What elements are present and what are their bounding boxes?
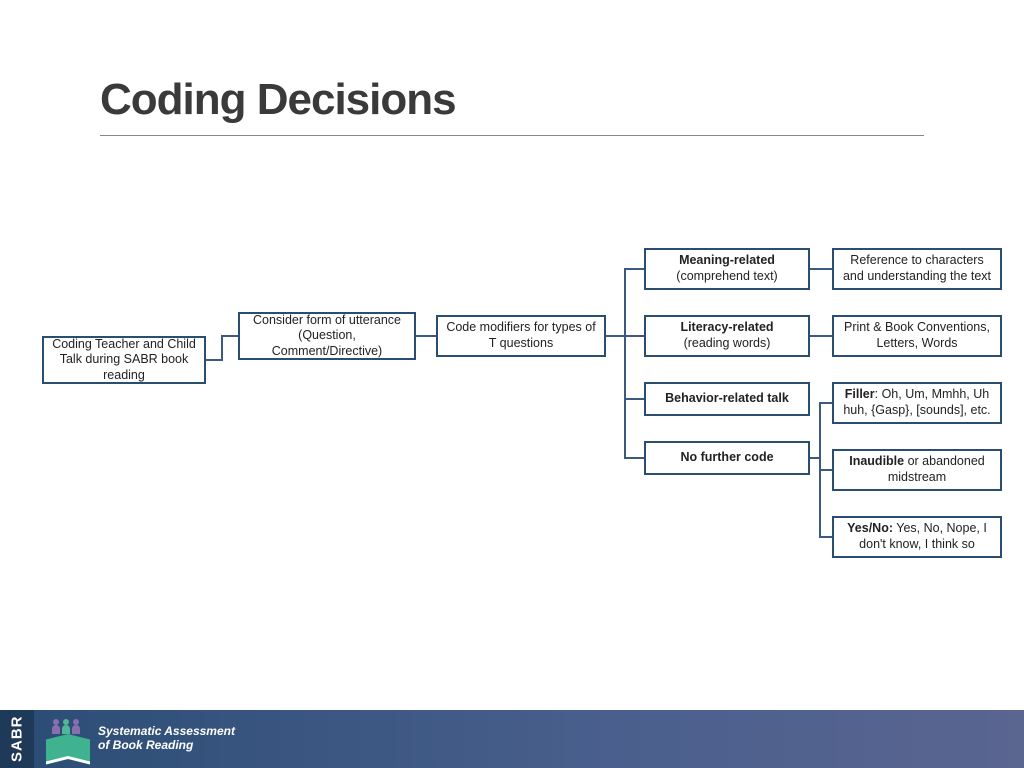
connector	[624, 457, 644, 459]
node-bold: Yes/No:	[847, 521, 893, 535]
node-bold: Inaudible	[849, 454, 904, 468]
connector	[819, 469, 832, 471]
node-literacy-detail: Print & Book Conventions, Letters, Words	[832, 315, 1002, 357]
node-yesno: Yes/No: Yes, No, Nope, I don't know, I t…	[832, 516, 1002, 558]
node-meaning-detail: Reference to characters and understandin…	[832, 248, 1002, 290]
node-bold: Meaning-related	[679, 253, 775, 269]
book-people-icon	[46, 719, 90, 759]
node-bold: Behavior-related talk	[665, 391, 789, 407]
node-modifiers: Code modifiers for types of T questions	[436, 315, 606, 357]
connector	[624, 335, 644, 337]
node-bold: No further code	[680, 450, 773, 466]
node-form: Consider form of utterance (Question, Co…	[238, 312, 416, 360]
footer-line1: Systematic Assessment	[98, 725, 235, 739]
connector	[819, 402, 832, 404]
connector	[810, 268, 832, 270]
connector	[221, 335, 223, 361]
brand-tab: SABR	[0, 710, 34, 768]
connector	[810, 335, 832, 337]
connector	[416, 335, 436, 337]
node-bold: Filler	[845, 387, 875, 401]
node-root: Coding Teacher and Child Talk during SAB…	[42, 336, 206, 384]
node-sub: (reading words)	[684, 336, 771, 352]
node-text: Code modifiers for types of T questions	[444, 320, 598, 351]
title-rule	[100, 135, 924, 136]
slide: Coding Decisions Coding Teacher and Chil…	[0, 0, 1024, 768]
connector	[206, 359, 221, 361]
connector	[624, 268, 626, 459]
node-filler: Filler: Oh, Um, Mmhh, Uh huh, {Gasp}, [s…	[832, 382, 1002, 424]
footer-text: Systematic Assessment of Book Reading	[98, 725, 235, 753]
node-text: Reference to characters and understandin…	[840, 253, 994, 284]
page-title: Coding Decisions	[100, 75, 456, 125]
node-bold: Literacy-related	[680, 320, 773, 336]
node-meaning: Meaning-related (comprehend text)	[644, 248, 810, 290]
node-inaudible: Inaudible or abandoned midstream	[832, 449, 1002, 491]
node-text: Coding Teacher and Child Talk during SAB…	[50, 337, 198, 384]
node-literacy: Literacy-related (reading words)	[644, 315, 810, 357]
connector	[624, 398, 644, 400]
footer-logo: Systematic Assessment of Book Reading	[46, 719, 235, 759]
node-behavior: Behavior-related talk	[644, 382, 810, 416]
connector	[221, 335, 238, 337]
footer: SABR Systematic Assessment of Book Readi…	[0, 710, 1024, 768]
node-text: Consider form of utterance (Question, Co…	[246, 313, 408, 360]
node-text: Print & Book Conventions, Letters, Words	[840, 320, 994, 351]
footer-line2: of Book Reading	[98, 739, 235, 753]
connector	[819, 536, 832, 538]
node-sub: (comprehend text)	[676, 269, 777, 285]
node-nofurther: No further code	[644, 441, 810, 475]
connector	[624, 268, 644, 270]
connector	[606, 335, 625, 337]
